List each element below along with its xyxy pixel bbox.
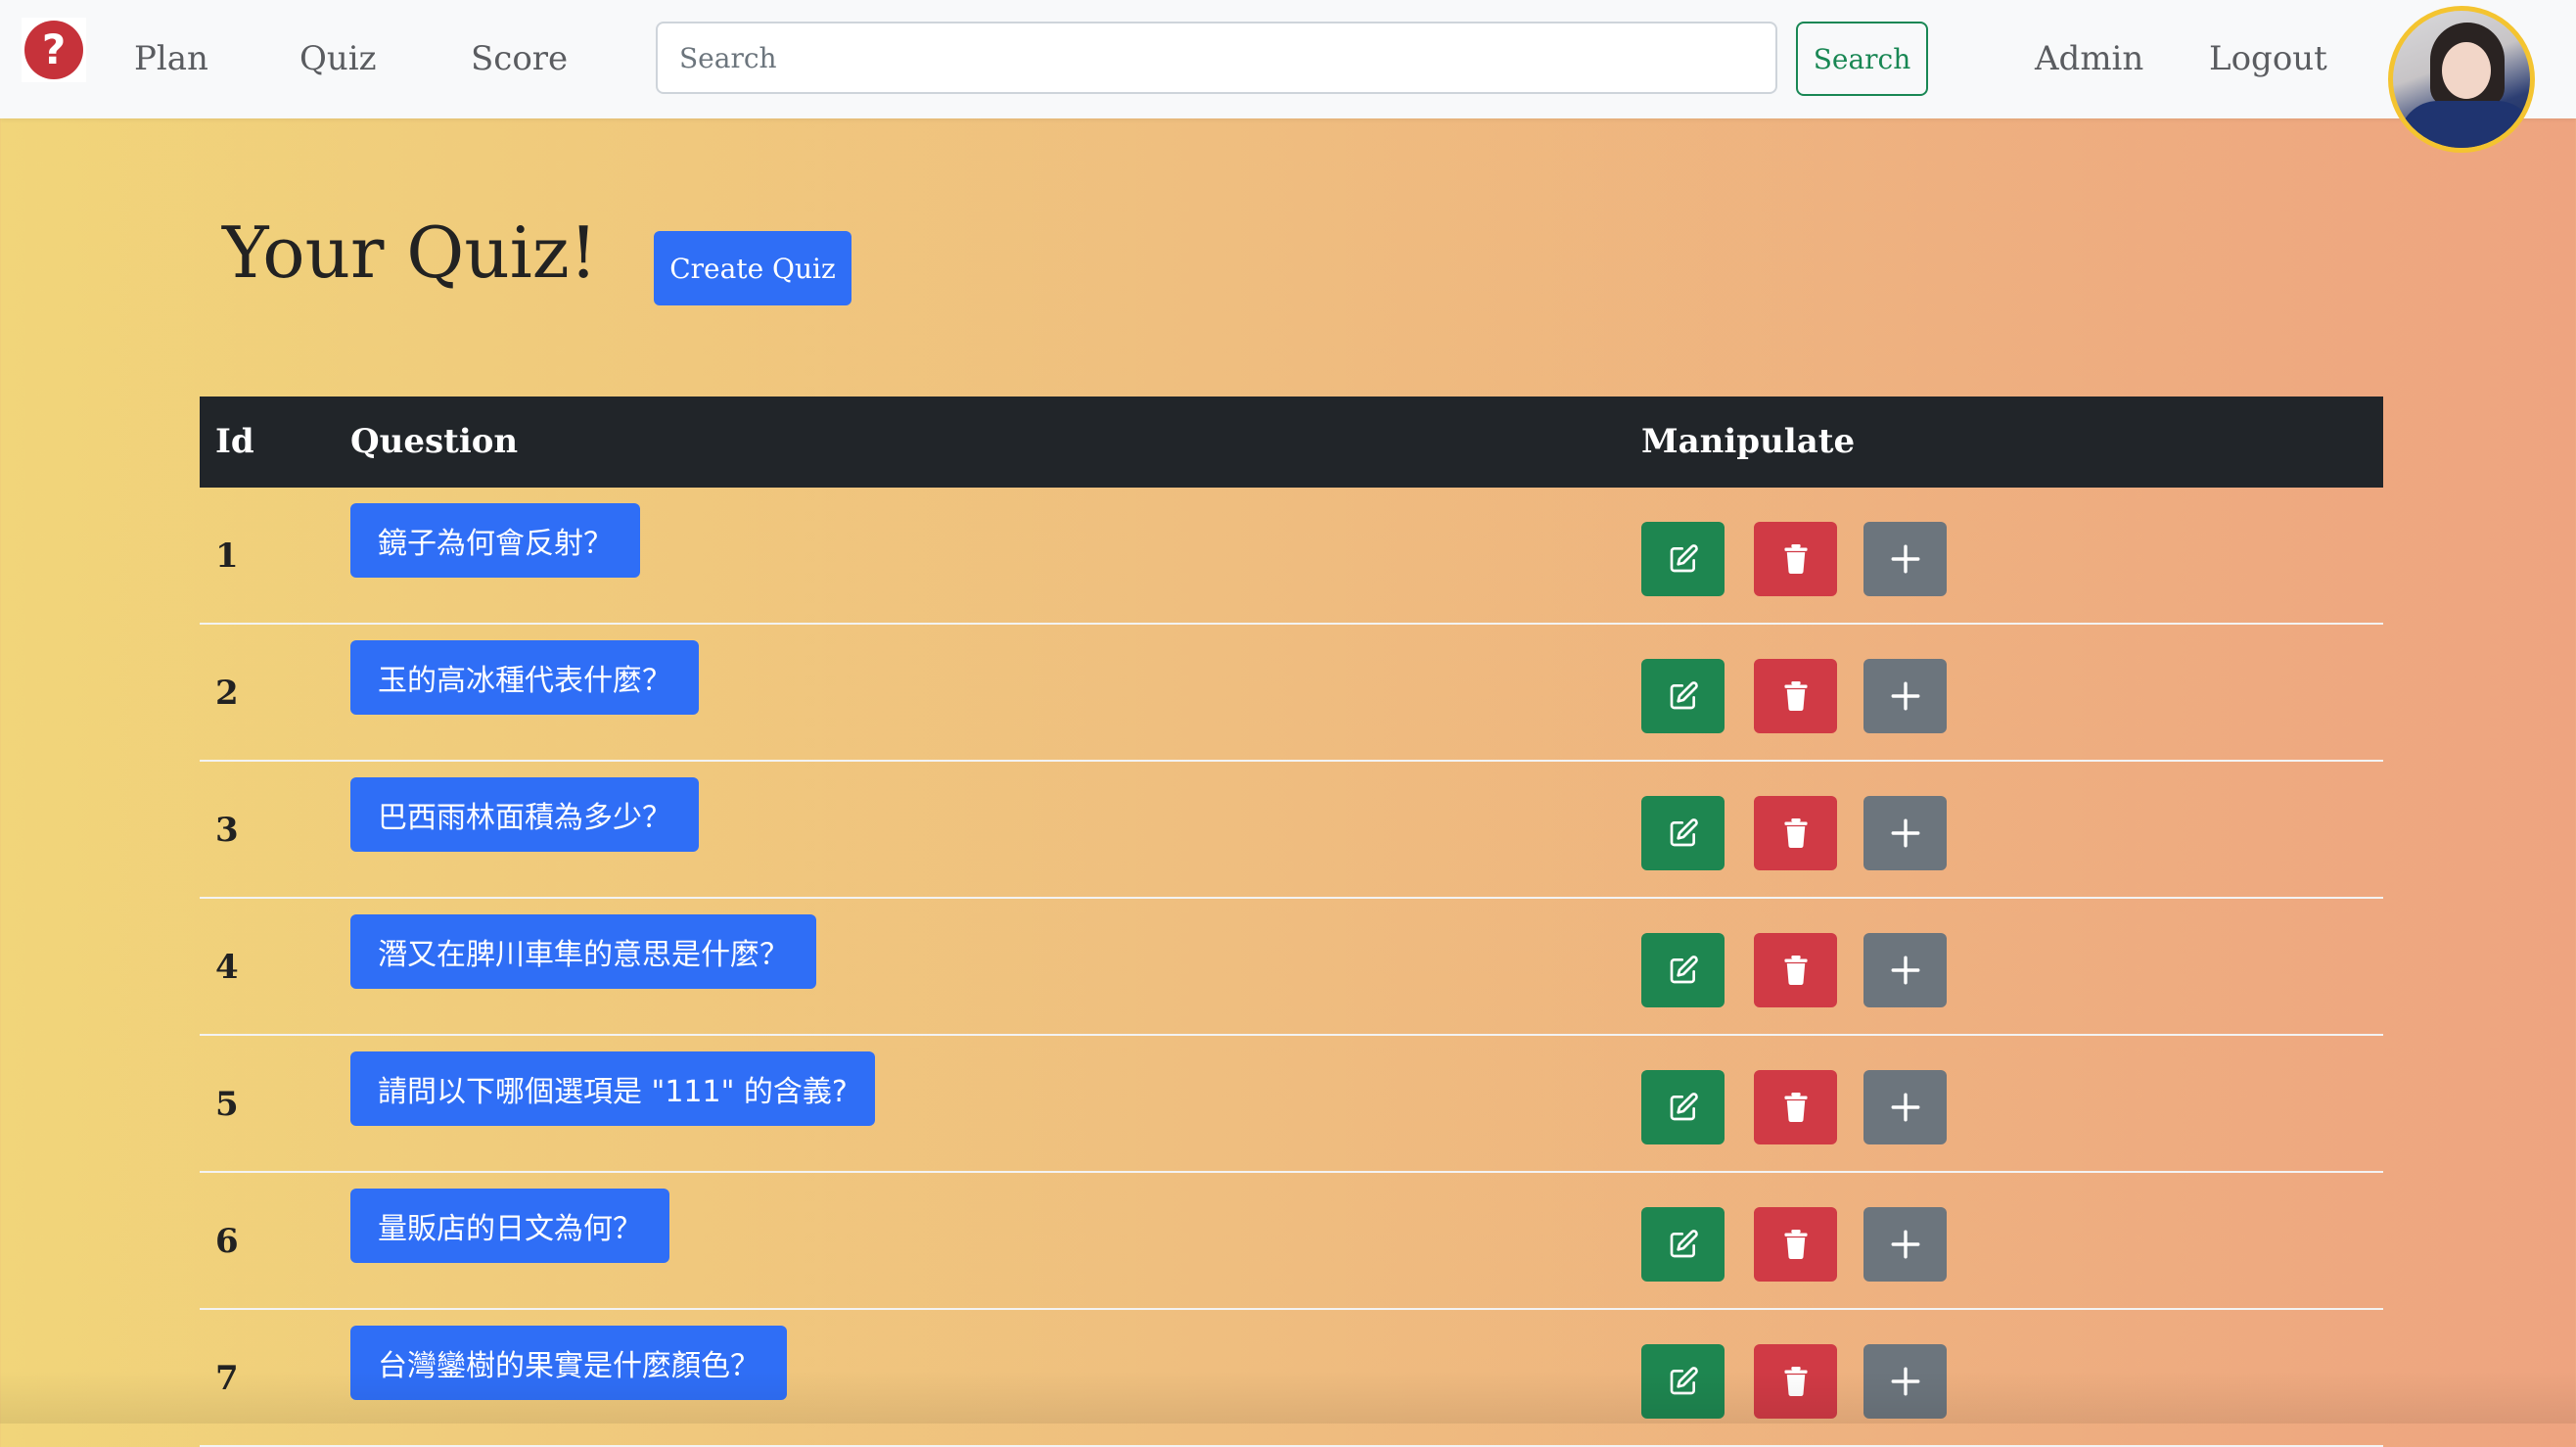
table-row: 6 量販店的日文為何？ [200, 1173, 2383, 1310]
trash-icon [1782, 956, 1810, 985]
question-button[interactable]: 巴西雨林面積為多少？ [350, 777, 699, 852]
question-button[interactable]: 台灣鑾樹的果實是什麼顏色？ [350, 1326, 787, 1400]
question-button[interactable]: 玉的高冰種代表什麼？ [350, 640, 699, 715]
table-body: 1 鏡子為何會反射？ 2 玉的高冰種代表什麼？ 3 巴西雨林面積為多少？ 4 潛又在脾川車隼的… [200, 488, 2383, 1447]
search-button[interactable]: Search [1796, 22, 1928, 96]
table-row: 1 鏡子為何會反射？ [200, 488, 2383, 625]
trash-icon [1782, 681, 1810, 711]
delete-button[interactable] [1754, 659, 1837, 733]
question-button[interactable]: 潛又在脾川車隼的意思是什麼？ [350, 914, 816, 989]
row-id: 4 [215, 948, 239, 987]
delete-button[interactable] [1754, 1207, 1837, 1282]
trash-icon [1782, 544, 1810, 574]
nav-quiz-link[interactable]: Quiz [299, 31, 377, 86]
delete-button[interactable] [1754, 522, 1837, 596]
table-row: 3 巴西雨林面積為多少？ [200, 762, 2383, 899]
edit-icon [1668, 1229, 1699, 1260]
row-id: 5 [215, 1085, 239, 1124]
plus-icon [1889, 1228, 1922, 1261]
row-id: 6 [215, 1222, 239, 1261]
edit-button[interactable] [1641, 659, 1725, 733]
question-button[interactable]: 請問以下哪個選項是 "111" 的含義? [350, 1051, 875, 1126]
add-button[interactable] [1863, 1207, 1947, 1282]
page-title: Your Quiz! [222, 211, 598, 294]
column-header-question: Question [350, 422, 519, 461]
question-button[interactable]: 鏡子為何會反射？ [350, 503, 640, 578]
table-row: 2 玉的高冰種代表什麼？ [200, 625, 2383, 762]
row-id: 3 [215, 811, 239, 850]
table-header: Id Question Manipulate [200, 397, 2383, 488]
add-button[interactable] [1863, 1070, 1947, 1144]
nav-admin-link[interactable]: Admin [2035, 31, 2143, 86]
plus-icon [1889, 542, 1922, 576]
trash-icon [1782, 818, 1810, 848]
delete-button[interactable] [1754, 796, 1837, 870]
plus-icon [1889, 817, 1922, 850]
edit-icon [1668, 543, 1699, 575]
edit-button[interactable] [1641, 1070, 1725, 1144]
column-header-id: Id [215, 422, 254, 461]
table-row: 5 請問以下哪個選項是 "111" 的含義? [200, 1036, 2383, 1173]
user-avatar[interactable] [2388, 6, 2535, 153]
add-button[interactable] [1863, 522, 1947, 596]
edit-icon [1668, 955, 1699, 986]
plus-icon [1889, 1091, 1922, 1124]
delete-button[interactable] [1754, 1070, 1837, 1144]
edit-icon [1668, 1366, 1699, 1397]
trash-icon [1782, 1093, 1810, 1122]
edit-button[interactable] [1641, 1207, 1725, 1282]
row-id: 7 [215, 1359, 239, 1398]
edit-icon [1668, 680, 1699, 712]
table-row: 4 潛又在脾川車隼的意思是什麼？ [200, 899, 2383, 1036]
edit-icon [1668, 1092, 1699, 1123]
question-button[interactable]: 量販店的日文為何？ [350, 1189, 669, 1263]
plus-icon [1889, 1365, 1922, 1398]
add-button[interactable] [1863, 933, 1947, 1007]
trash-icon [1782, 1367, 1810, 1396]
add-button[interactable] [1863, 659, 1947, 733]
search-input[interactable] [656, 22, 1777, 94]
row-id: 1 [215, 537, 239, 576]
nav-logout-link[interactable]: Logout [2209, 31, 2327, 86]
logo-glyph: ? [24, 21, 83, 79]
plus-icon [1889, 679, 1922, 713]
edit-button[interactable] [1641, 933, 1725, 1007]
nav-plan-link[interactable]: Plan [134, 31, 208, 86]
table-row: 7 台灣鑾樹的果實是什麼顏色？ [200, 1310, 2383, 1447]
edit-button[interactable] [1641, 1344, 1725, 1419]
create-quiz-button[interactable]: Create Quiz [654, 231, 851, 305]
quiz-table: Id Question Manipulate 1 鏡子為何會反射？ 2 玉的高冰種代表… [200, 397, 2383, 1447]
delete-button[interactable] [1754, 1344, 1837, 1419]
edit-icon [1668, 817, 1699, 849]
edit-button[interactable] [1641, 796, 1725, 870]
nav-score-link[interactable]: Score [471, 31, 568, 86]
row-id: 2 [215, 674, 239, 713]
top-navbar: ? Plan Quiz Score Search Admin Logout [0, 0, 2576, 118]
delete-button[interactable] [1754, 933, 1837, 1007]
plus-icon [1889, 954, 1922, 987]
add-button[interactable] [1863, 1344, 1947, 1419]
add-button[interactable] [1863, 796, 1947, 870]
column-header-manipulate: Manipulate [1641, 422, 1856, 461]
question-logo-icon[interactable]: ? [22, 18, 86, 82]
trash-icon [1782, 1230, 1810, 1259]
edit-button[interactable] [1641, 522, 1725, 596]
